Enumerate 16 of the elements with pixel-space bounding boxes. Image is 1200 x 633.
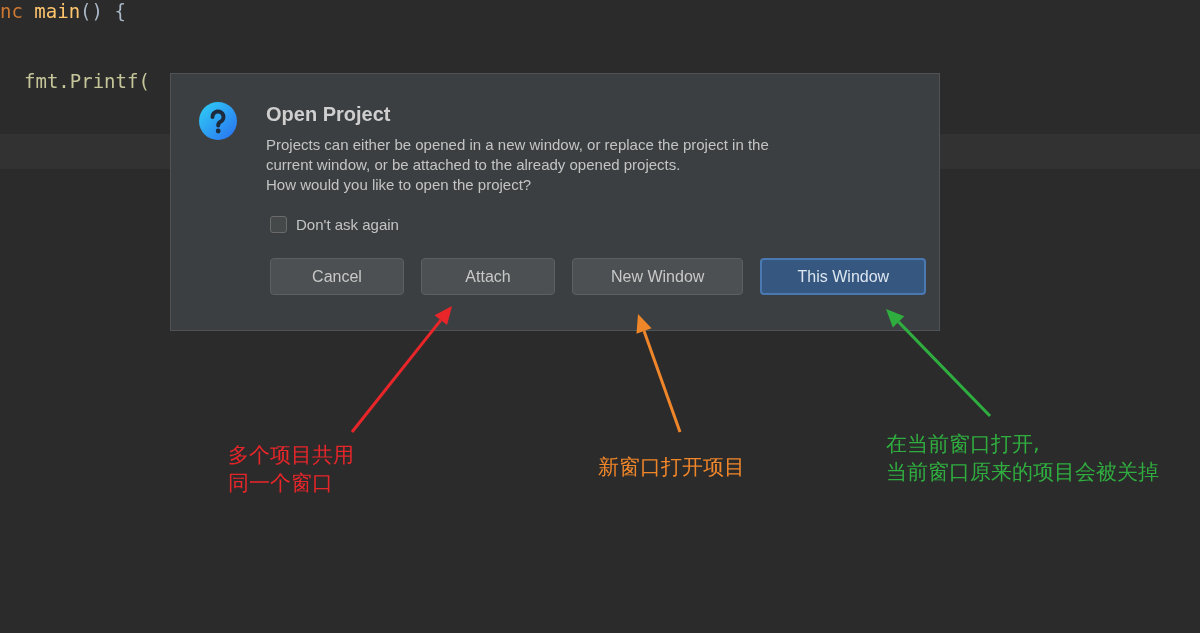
question-icon xyxy=(199,102,237,140)
checkbox[interactable] xyxy=(270,216,287,233)
annotation-text: 多个项目共用 同一个窗口 xyxy=(228,442,354,497)
dialog-button[interactable]: New Window xyxy=(572,258,744,295)
annotation-text: 在当前窗口打开, 当前窗口原来的项目会被关掉 xyxy=(886,431,1159,486)
dialog-button[interactable]: Cancel xyxy=(270,258,404,295)
code-token: main xyxy=(33,0,81,24)
dialog-button[interactable]: Attach xyxy=(421,258,555,295)
code-token: fmt.Printf( xyxy=(24,69,150,94)
code-token: () { xyxy=(80,0,126,24)
code-token: nc xyxy=(0,0,23,24)
dialog-title: Open Project xyxy=(266,102,392,126)
checkbox-label[interactable]: Don't ask again xyxy=(296,216,399,233)
default-button[interactable]: This Window xyxy=(760,258,927,295)
dialog-message: Projects can either be opened in a new window, or replace the project in the current window, or be attached to the already opened projects. How would you like to open the project? xyxy=(266,135,770,195)
annotation-text: 新窗口打开项目 xyxy=(598,454,745,481)
